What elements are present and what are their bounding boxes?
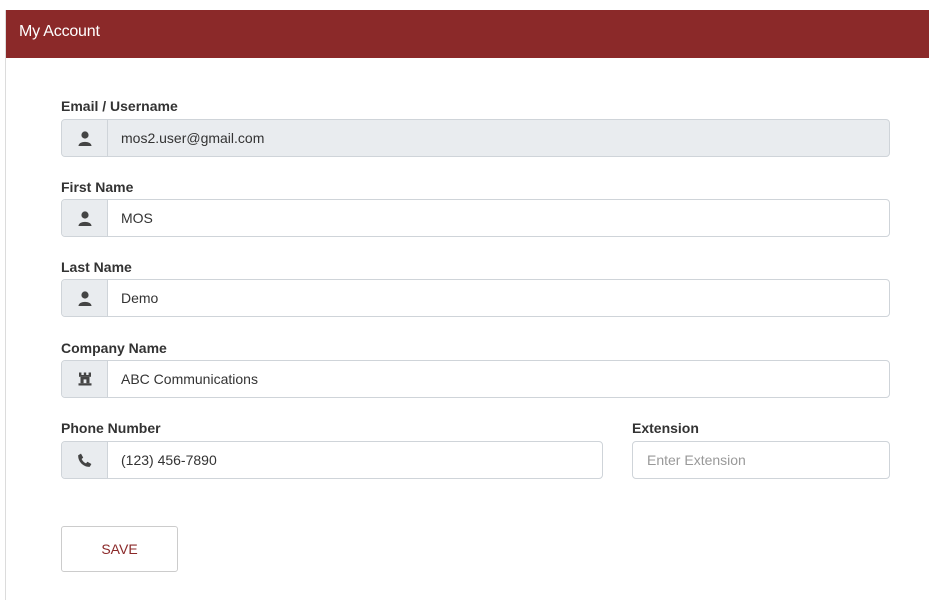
email-field[interactable]: mos2.user@gmail.com [61,119,890,157]
phone-number-label: Phone Number [61,420,161,436]
company-name-field[interactable]: ABC Communications [61,360,890,398]
extension-input[interactable]: Enter Extension [632,441,890,479]
panel-header: My Account [6,10,929,58]
email-value: mos2.user@gmail.com [121,130,265,146]
extension-placeholder: Enter Extension [647,452,746,468]
my-account-panel: My Account Email / Username mos2.user@gm… [5,10,929,600]
user-icon [62,280,108,316]
company-name-label: Company Name [61,340,167,356]
user-icon [62,200,108,236]
page-title: My Account [19,23,100,40]
first-name-value: MOS [121,210,153,226]
last-name-label: Last Name [61,259,132,275]
first-name-field[interactable]: MOS [61,199,890,237]
extension-label: Extension [632,420,699,436]
phone-number-field[interactable]: (123) 456-7890 [61,441,603,479]
phone-number-value: (123) 456-7890 [121,452,217,468]
last-name-field[interactable]: Demo [61,279,890,317]
company-name-value: ABC Communications [121,371,258,387]
email-label: Email / Username [61,98,178,114]
phone-icon [62,442,108,478]
building-icon [62,361,108,397]
user-icon [62,120,108,156]
first-name-label: First Name [61,179,134,195]
save-button[interactable]: SAVE [61,526,178,572]
last-name-value: Demo [121,290,159,306]
